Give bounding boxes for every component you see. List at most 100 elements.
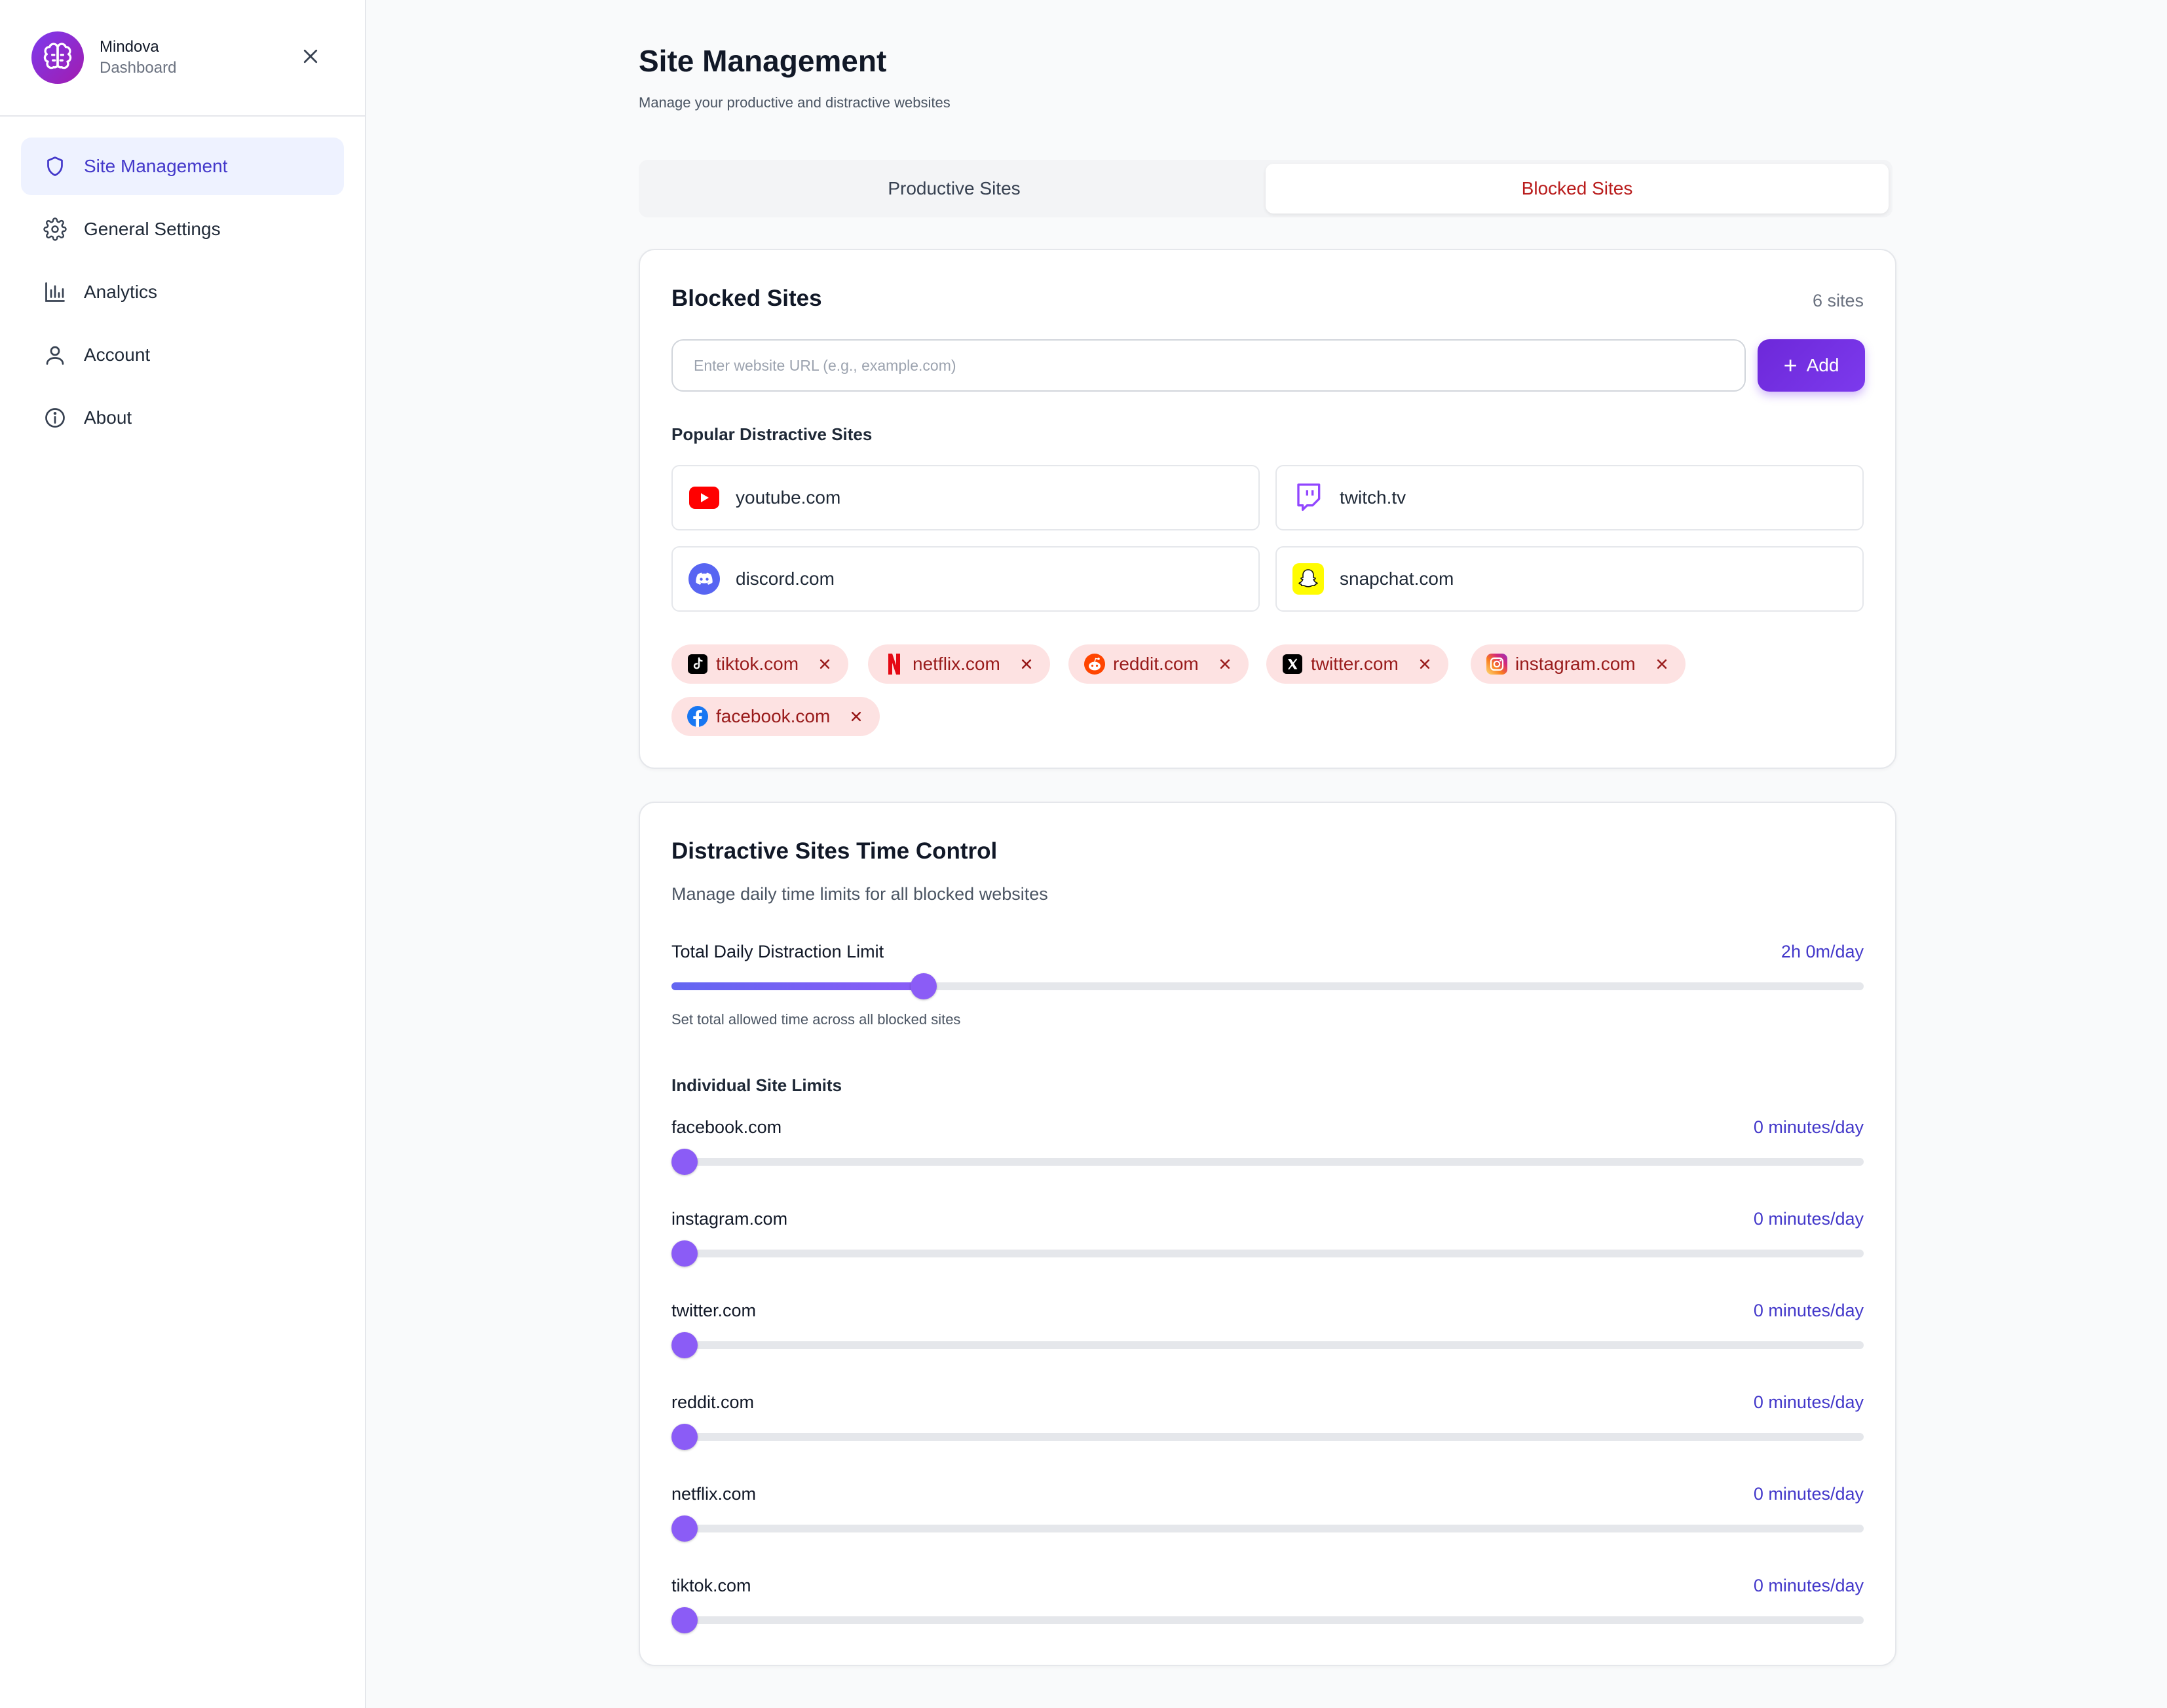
user-icon [42,342,68,368]
slider-track [671,1616,1864,1624]
brain-logo-icon [31,31,84,84]
sidebar-item-label: About [84,407,132,428]
popular-site-snapchat[interactable]: snapchat.com [1275,546,1864,612]
sites-count: 6 sites [1812,291,1864,310]
blocked-sites-card: Blocked Sites 6 sites + Add Popular Dist… [639,249,1896,769]
site-limit-slider-twitter[interactable] [671,1332,1864,1358]
remove-chip-button[interactable] [847,707,865,726]
sidebar: Mindova Dashboard Site Management Genera… [0,0,366,1708]
site-limit-value: 0 minutes/day [1753,1117,1864,1137]
total-limit-slider[interactable] [671,973,1864,999]
individual-limits-title: Individual Site Limits [671,1075,842,1095]
slider-thumb[interactable] [671,1332,698,1358]
blocked-chip-facebook: facebook.com [671,697,880,736]
blocked-chip-reddit: reddit.com [1068,644,1249,684]
remove-chip-button[interactable] [1416,655,1434,673]
remove-chip-button[interactable] [1653,655,1671,673]
slider-thumb[interactable] [671,1424,698,1450]
remove-chip-button[interactable] [1216,655,1234,673]
chip-label: reddit.com [1113,654,1199,674]
chip-label: twitter.com [1311,654,1399,674]
slider-thumb[interactable] [671,1607,698,1633]
site-limit-value: 0 minutes/day [1753,1209,1864,1229]
url-input[interactable] [671,339,1746,392]
close-icon [852,711,861,722]
popular-site-label: twitch.tv [1340,487,1406,508]
add-site-button[interactable]: + Add [1758,339,1865,392]
slider-thumb[interactable] [671,1240,698,1267]
site-limit-value: 0 minutes/day [1753,1392,1864,1412]
remove-chip-button[interactable] [1017,655,1036,673]
site-limit-slider-instagram[interactable] [671,1240,1864,1267]
slider-thumb[interactable] [910,973,937,999]
blocked-chip-twitter: twitter.com [1266,644,1448,684]
sidebar-item-general-settings[interactable]: General Settings [21,200,344,258]
tab-blocked-sites[interactable]: Blocked Sites [1266,164,1889,214]
site-tabs: Productive Sites Blocked Sites [639,160,1893,217]
bar-chart-icon [42,279,68,305]
netflix-icon [884,654,905,675]
close-sidebar-button[interactable] [296,42,325,71]
tiktok-icon [687,654,708,675]
total-limit-hint: Set total allowed time across all blocke… [671,1011,961,1028]
site-limit-value: 0 minutes/day [1753,1576,1864,1595]
site-limit-value: 0 minutes/day [1753,1484,1864,1504]
slider-fill [671,982,924,990]
site-limit-value: 0 minutes/day [1753,1301,1864,1320]
close-icon [1220,659,1230,669]
sidebar-item-account[interactable]: Account [21,326,344,384]
remove-chip-button[interactable] [816,655,834,673]
slider-track [671,1250,1864,1257]
slider-track [671,1341,1864,1349]
site-limit-slider-tiktok[interactable] [671,1607,1864,1633]
chip-label: facebook.com [716,706,831,726]
info-icon [42,405,68,431]
site-limit-label: tiktok.com [671,1576,751,1595]
blocked-sites-title: Blocked Sites [671,286,822,311]
slider-thumb[interactable] [671,1515,698,1542]
close-icon [820,659,830,669]
site-limit-slider-netflix[interactable] [671,1515,1864,1542]
sidebar-item-analytics[interactable]: Analytics [21,263,344,321]
x-icon [1282,654,1303,675]
brand-name: Mindova [100,37,159,56]
site-limit-label: reddit.com [671,1392,755,1412]
facebook-icon [687,706,708,727]
sidebar-item-site-management[interactable]: Site Management [21,138,344,195]
page-subtitle: Manage your productive and distractive w… [639,94,951,111]
site-limit-label: facebook.com [671,1117,782,1137]
sidebar-nav: Site Management General Settings Analyti… [0,117,365,473]
close-icon [1021,659,1031,669]
page-title: Site Management [639,44,887,78]
site-limit-slider-reddit[interactable] [671,1424,1864,1450]
popular-site-label: discord.com [736,568,835,589]
total-limit-value: 2h 0m/day [1781,942,1864,961]
popular-sites-title: Popular Distractive Sites [671,424,873,444]
blocked-chip-tiktok: tiktok.com [671,644,849,684]
slider-track [671,1158,1864,1166]
brand-header: Mindova Dashboard [0,0,365,117]
slider-thumb[interactable] [671,1149,698,1175]
close-icon [1657,659,1667,669]
gear-icon [42,216,68,242]
sidebar-item-about[interactable]: About [21,389,344,447]
discord-icon [688,563,720,595]
youtube-icon [688,482,720,513]
site-limit-label: twitter.com [671,1301,757,1320]
sidebar-item-label: General Settings [84,219,221,239]
close-icon [303,49,318,64]
slider-track [671,1525,1864,1532]
plus-icon: + [1783,352,1798,379]
popular-site-discord[interactable]: discord.com [671,546,1260,612]
instagram-icon [1486,654,1507,675]
popular-site-label: snapchat.com [1340,568,1454,589]
popular-site-label: youtube.com [736,487,841,508]
popular-site-twitch[interactable]: twitch.tv [1275,465,1864,530]
popular-site-youtube[interactable]: youtube.com [671,465,1260,530]
blocked-chip-netflix: netflix.com [868,644,1050,684]
time-control-description: Manage daily time limits for all blocked… [671,884,1048,904]
site-limit-slider-facebook[interactable] [671,1149,1864,1175]
add-label: Add [1806,355,1839,375]
slider-track [671,1433,1864,1441]
tab-productive-sites[interactable]: Productive Sites [643,164,1266,214]
